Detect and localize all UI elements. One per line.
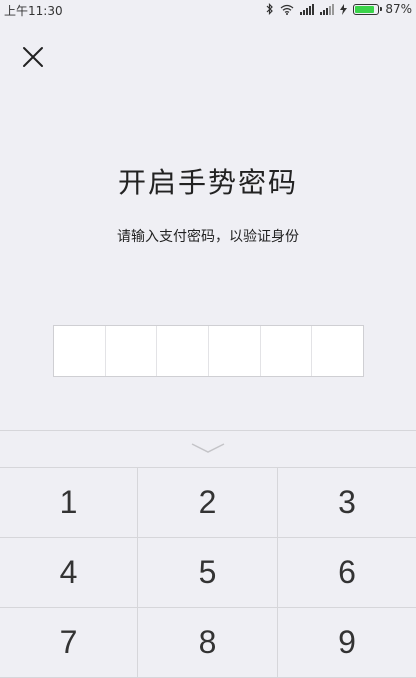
- status-icons: 87%: [266, 2, 412, 16]
- pin-cell: [106, 326, 158, 376]
- bluetooth-icon: [266, 3, 274, 15]
- close-button[interactable]: [18, 44, 48, 74]
- charging-icon: [340, 3, 348, 15]
- key-3[interactable]: 3: [278, 468, 416, 538]
- key-5[interactable]: 5: [138, 538, 278, 608]
- signal-icon-2: [320, 3, 335, 15]
- battery-level: [355, 5, 375, 13]
- key-7[interactable]: 7: [0, 608, 138, 678]
- battery-icon: [353, 3, 383, 15]
- chevron-down-icon: [190, 440, 226, 459]
- key-8[interactable]: 8: [138, 608, 278, 678]
- status-bar: 上午11:30 87%: [0, 0, 416, 20]
- signal-icon: [300, 3, 315, 15]
- close-icon: [22, 46, 44, 72]
- keypad-grid: 1 2 3 4 5 6 7 8 9: [0, 467, 416, 678]
- page-title: 开启手势密码: [117, 166, 298, 199]
- key-2[interactable]: 2: [138, 468, 278, 538]
- pin-cell: [54, 326, 106, 376]
- page-subtitle: 请输入支付密码，以验证身份: [117, 229, 299, 245]
- key-4[interactable]: 4: [0, 538, 138, 608]
- battery-percent: 87%: [385, 2, 412, 16]
- pin-cell: [312, 326, 363, 376]
- pin-cell: [261, 326, 313, 376]
- pin-cell: [209, 326, 261, 376]
- numeric-keyboard: 1 2 3 4 5 6 7 8 9: [0, 430, 416, 678]
- pin-input[interactable]: [53, 325, 364, 377]
- key-1[interactable]: 1: [0, 468, 138, 538]
- pin-cell: [157, 326, 210, 376]
- key-6[interactable]: 6: [278, 538, 416, 608]
- wifi-icon: [280, 4, 294, 15]
- keyboard-collapse-button[interactable]: [0, 431, 416, 467]
- key-9[interactable]: 9: [278, 608, 416, 678]
- status-time: 上午11:30: [4, 4, 63, 18]
